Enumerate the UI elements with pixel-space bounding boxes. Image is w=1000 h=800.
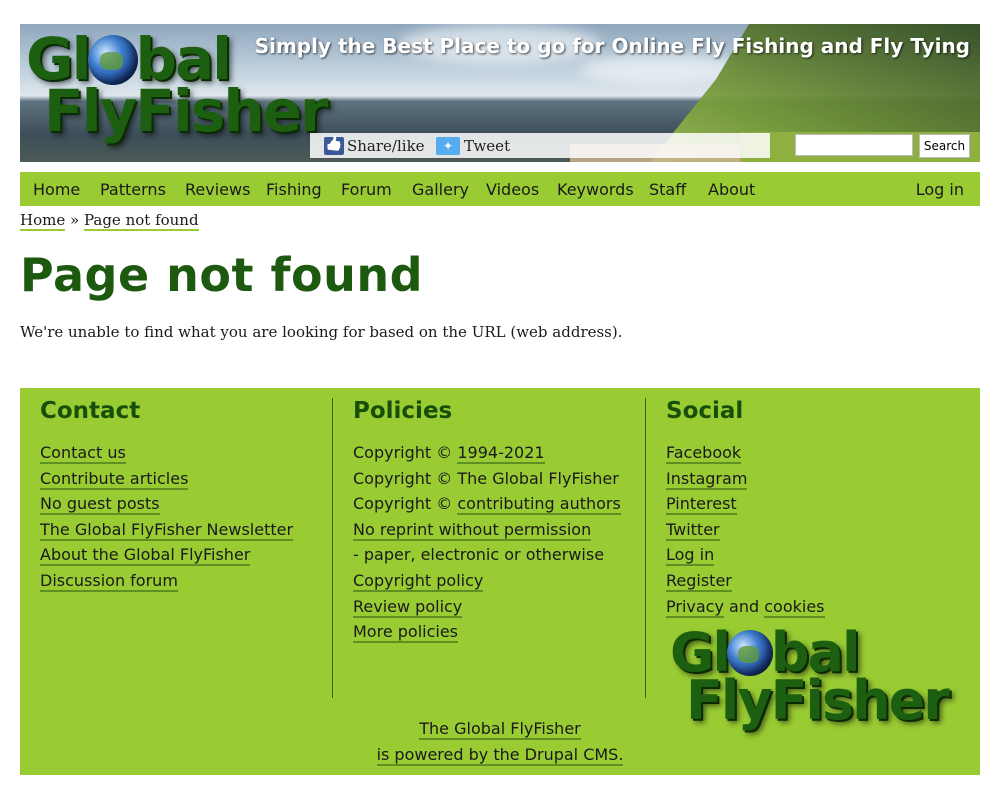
footer-credit-site-link[interactable]: The Global FlyFisher: [419, 719, 581, 740]
nav-item-home[interactable]: Home: [33, 180, 80, 199]
footer-social-heading: Social: [666, 398, 744, 424]
footer-policies-heading: Policies: [353, 398, 453, 424]
breadcrumb-separator: »: [70, 211, 80, 229]
thumbs-up-icon: [324, 136, 344, 155]
main-nav: Home Patterns Reviews Fishing Forum Gall…: [20, 172, 980, 206]
copyright-prefix: Copyright ©: [353, 468, 453, 488]
copyright-prefix: Copyright ©: [353, 443, 453, 462]
share-bar: Share/like ✦ Tweet: [310, 133, 770, 158]
site-tagline: Simply the Best Place to go for Online F…: [254, 34, 970, 58]
nav-item-fishing[interactable]: Fishing: [266, 180, 322, 199]
page-title: Page not found: [20, 248, 424, 302]
footer-link-newsletter[interactable]: The Global FlyFisher Newsletter: [40, 519, 294, 541]
breadcrumb-home-link[interactable]: Home: [20, 211, 66, 231]
footer-contact-heading: Contact: [40, 398, 141, 424]
footer-divider: [332, 398, 333, 698]
footer-link-facebook[interactable]: Facebook: [666, 443, 742, 464]
search-input[interactable]: [795, 134, 913, 156]
footer-link-more-policies[interactable]: More policies: [353, 622, 459, 644]
nav-item-about[interactable]: About: [708, 180, 755, 199]
nav-item-gallery[interactable]: Gallery: [412, 180, 469, 199]
footer-link-instagram[interactable]: Instagram: [666, 468, 748, 490]
footer-link-about[interactable]: About the Global FlyFisher: [40, 545, 251, 567]
nav-item-forum[interactable]: Forum: [341, 180, 392, 199]
footer-link-forum[interactable]: Discussion forum: [40, 570, 178, 592]
footer: Contact Contact us Contribute articles N…: [20, 388, 980, 775]
footer-link-review-policy[interactable]: Review policy: [353, 596, 463, 618]
twitter-bird-icon: ✦: [436, 136, 460, 155]
share-like-button[interactable]: Share/like: [324, 136, 425, 155]
breadcrumb: Home » Page not found: [20, 211, 199, 231]
footer-link-cookies[interactable]: cookies: [764, 596, 825, 618]
tweet-button[interactable]: ✦ Tweet: [436, 136, 510, 155]
footer-link-privacy[interactable]: Privacy: [666, 596, 724, 618]
globe-icon: [87, 34, 138, 85]
header-banner: Gl bal FlyFisher Simply the Best Place to…: [20, 24, 980, 162]
footer-link-login[interactable]: Log in: [666, 545, 715, 567]
nav-login-link[interactable]: Log in: [916, 180, 964, 199]
footer-link-contribute[interactable]: Contribute articles: [40, 468, 189, 490]
nav-item-reviews[interactable]: Reviews: [185, 180, 250, 199]
reprint-note: - paper, electronic or otherwise: [353, 545, 605, 565]
footer-link-pinterest[interactable]: Pinterest: [666, 494, 737, 516]
footer-link-years[interactable]: 1994-2021: [457, 443, 545, 464]
logo-text-part: FlyFisher: [44, 77, 329, 145]
footer-link-register[interactable]: Register: [666, 570, 732, 592]
footer-link-twitter[interactable]: Twitter: [666, 519, 720, 541]
not-found-message: We're unable to find what you are lookin…: [20, 323, 623, 341]
breadcrumb-current-link[interactable]: Page not found: [83, 211, 199, 231]
footer-link-no-guest-posts[interactable]: No guest posts: [40, 494, 160, 516]
globe-icon: [726, 630, 773, 677]
footer-link-contact-us[interactable]: Contact us: [40, 443, 126, 464]
copyright-prefix: Copyright ©: [353, 494, 453, 514]
footer-credit-drupal-link[interactable]: is powered by the Drupal CMS.: [376, 745, 624, 766]
search-button[interactable]: Search: [919, 134, 970, 158]
nav-item-keywords[interactable]: Keywords: [557, 180, 634, 199]
tweet-label: Tweet: [464, 136, 511, 155]
footer-link-no-reprint[interactable]: No reprint without permission: [353, 519, 592, 541]
footer-link-authors[interactable]: contributing authors: [457, 494, 621, 516]
nav-item-patterns[interactable]: Patterns: [100, 180, 166, 199]
share-like-label: Share/like: [347, 136, 425, 155]
footer-logo[interactable]: Gl bal FlyFisher: [670, 626, 950, 728]
footer-divider: [645, 398, 646, 698]
nav-item-staff[interactable]: Staff: [649, 180, 686, 199]
copyright-owner: The Global FlyFisher: [457, 468, 619, 488]
footer-link-copyright-policy[interactable]: Copyright policy: [353, 570, 484, 592]
privacy-and-text: and: [729, 596, 760, 616]
footer-credit: The Global FlyFisher is powered by the D…: [20, 716, 980, 768]
nav-item-videos[interactable]: Videos: [486, 180, 539, 199]
